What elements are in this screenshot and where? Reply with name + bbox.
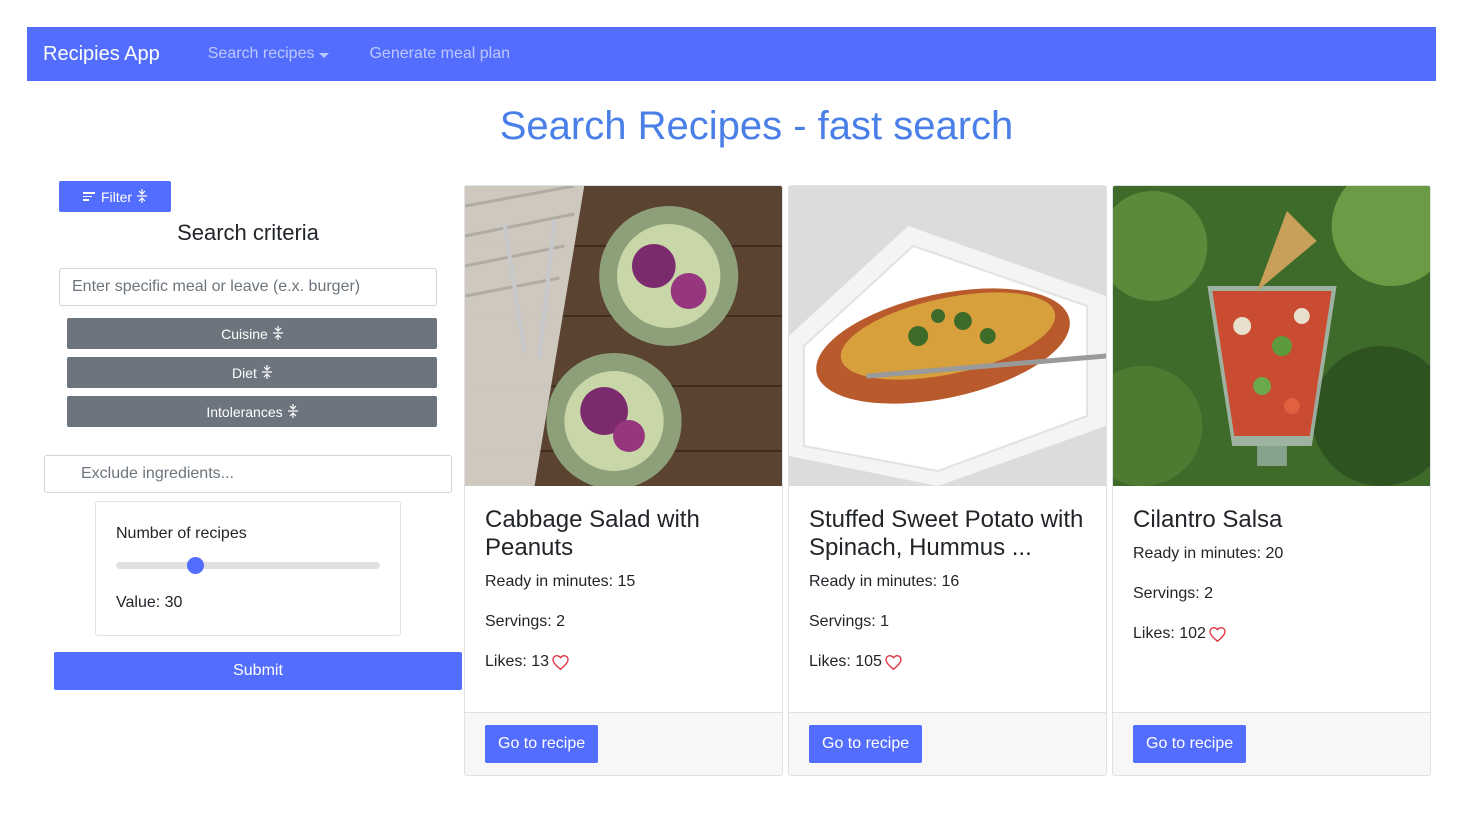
likes-label: Likes: 105 [809,653,882,670]
recipe-likes: Likes: 102 [1133,624,1410,644]
nav-generate-meal-plan[interactable]: Generate meal plan [369,45,510,63]
card-footer: Go to recipe [1113,712,1430,775]
heart-icon [885,654,902,670]
card-footer: Go to recipe [465,712,782,775]
cuisine-button[interactable]: Cuisine [67,318,437,349]
search-criteria-title: Search criteria [177,220,319,245]
caret-down-icon [319,52,330,58]
recipe-title: Cabbage Salad with Peanuts [485,506,700,561]
go-to-recipe-button[interactable]: Go to recipe [809,725,923,763]
card-footer: Go to recipe [789,712,1106,775]
recipe-ready-time: Ready in minutes: 15 [485,573,636,590]
nav-search-recipes[interactable]: Search recipes [208,45,330,63]
intolerances-label: Intolerances [206,403,283,420]
slider-value: Value: 30 [116,594,183,611]
likes-label: Likes: 102 [1133,625,1206,642]
recipe-likes: Likes: 105 [809,652,1086,672]
cilantro-salsa-image [1113,186,1430,486]
recipe-card: Stuffed Sweet Potato with Spinach, Hummu… [788,185,1107,776]
recipe-servings: Servings: 2 [1133,585,1214,602]
recipe-card: Cilantro Salsa Ready in minutes: 20 Serv… [1112,185,1431,776]
expand-icon [272,325,283,342]
exclude-ingredients-input[interactable] [44,455,452,493]
nav-search-recipes-label: Search recipes [207,45,315,62]
recipe-ready-time: Ready in minutes: 16 [809,573,960,590]
card-body: Stuffed Sweet Potato with Spinach, Hummu… [789,486,1106,672]
card-body: Cilantro Salsa Ready in minutes: 20 Serv… [1113,486,1430,644]
slider-label: Number of recipes [116,525,247,542]
expand-icon [137,188,148,205]
stuffed-sweet-potato-image [789,186,1106,486]
expand-icon [261,364,272,381]
recipe-card: Cabbage Salad with Peanuts Ready in minu… [464,185,783,776]
recipe-count-panel: Number of recipes Value: 30 [95,501,401,636]
cabbage-salad-image [465,186,782,486]
card-body: Cabbage Salad with Peanuts Ready in minu… [465,486,782,672]
recipe-title: Stuffed Sweet Potato with Spinach, Hummu… [809,506,1084,561]
diet-label: Diet [232,364,257,381]
recipe-servings: Servings: 1 [809,613,890,630]
intolerances-button[interactable]: Intolerances [67,396,437,427]
diet-button[interactable]: Diet [67,357,437,388]
recipe-cards: Cabbage Salad with Peanuts Ready in minu… [464,185,1431,776]
navbar: Recipies App Search recipes Generate mea… [27,27,1436,81]
recipe-ready-time: Ready in minutes: 20 [1133,545,1284,562]
expand-icon [287,403,298,420]
heart-icon [1209,626,1226,642]
go-to-recipe-button[interactable]: Go to recipe [1133,725,1247,763]
recipe-count-slider[interactable] [116,557,380,574]
slider-thumb[interactable] [187,557,205,574]
meal-search-input[interactable] [59,268,437,306]
filter-label: Filter [100,188,133,205]
page-title: Search Recipes - fast search [499,104,1014,148]
recipe-likes: Likes: 13 [485,652,762,672]
filter-button[interactable]: Filter [59,181,171,212]
cuisine-label: Cuisine [221,325,268,342]
likes-label: Likes: 13 [485,653,550,670]
heart-icon [552,654,569,670]
go-to-recipe-button[interactable]: Go to recipe [485,725,599,763]
recipe-title: Cilantro Salsa [1133,506,1283,533]
brand-link[interactable]: Recipies App [43,43,160,66]
recipe-servings: Servings: 2 [485,613,566,630]
filter-lines-icon [82,192,95,201]
submit-button[interactable]: Submit [54,652,462,690]
